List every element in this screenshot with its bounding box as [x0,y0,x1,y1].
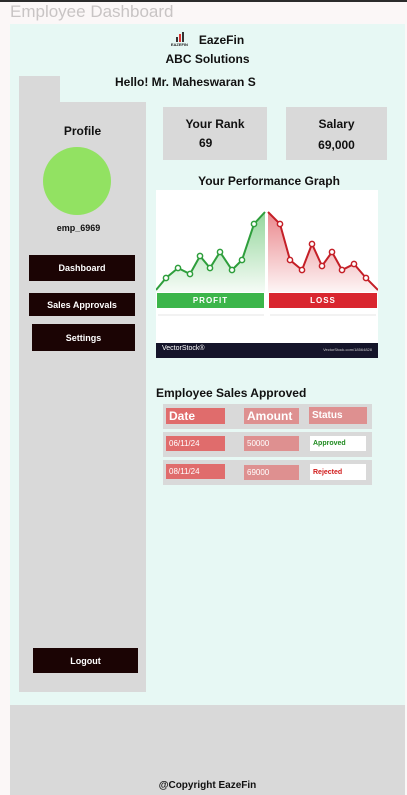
employee-id: emp_6969 [56,223,101,233]
profit-label: PROFIT [192,296,229,305]
header-status: Status [309,407,367,424]
dashboard-button[interactable]: Dashboard [29,255,135,281]
logout-button[interactable]: Logout [33,648,138,673]
rank-label: Your Rank [185,117,245,131]
window-title: Employee Dashboard [10,2,174,21]
sidebar-tab [19,76,60,102]
row-amount: 69000 [244,465,299,480]
rank-value: 69 [199,136,213,150]
brand-header: EAZEFIN EazeFin ABC Solutions [10,32,405,66]
company-name: ABC Solutions [165,52,250,66]
performance-graph-title: Your Performance Graph [198,174,340,188]
greeting-text: Hello! Mr. Maheswaran S [115,75,256,89]
copyright-text: @Copyright EazeFin [158,780,257,791]
performance-graph-image [156,211,378,358]
salary-card: Salary 69,000 [286,107,387,160]
brand-name: EazeFin [198,33,245,47]
avatar[interactable] [43,147,111,215]
row-date: 06/11/24 [166,436,225,451]
header-date: Date [166,408,225,424]
row-status: Approved [310,436,366,451]
sales-approvals-button[interactable]: Sales Approvals [29,293,135,316]
brand-logo-icon: EAZEFIN [171,32,193,48]
sales-table-title: Employee Sales Approved [156,386,307,400]
loss-label: LOSS [310,296,336,305]
settings-button[interactable]: Settings [32,324,135,351]
performance-graph: PROFIT LOSS VectorStock® VectorStock.com… [156,190,378,358]
profile-title: Profile [63,124,102,138]
graph-credit-left: VectorStock® [162,345,205,352]
app-container: EAZEFIN EazeFin ABC Solutions Hello! Mr.… [10,24,405,705]
rank-card: Your Rank 69 [163,107,267,160]
row-date: 08/11/24 [166,464,225,479]
header-amount: Amount [244,408,299,424]
salary-value: 69,000 [318,138,355,152]
salary-label: Salary [318,117,355,131]
footer: @Copyright EazeFin [10,705,405,795]
graph-credit-right: VectorStock.com/18564828 [323,347,372,352]
row-amount: 50000 [244,436,299,451]
row-status: Rejected [310,464,366,480]
